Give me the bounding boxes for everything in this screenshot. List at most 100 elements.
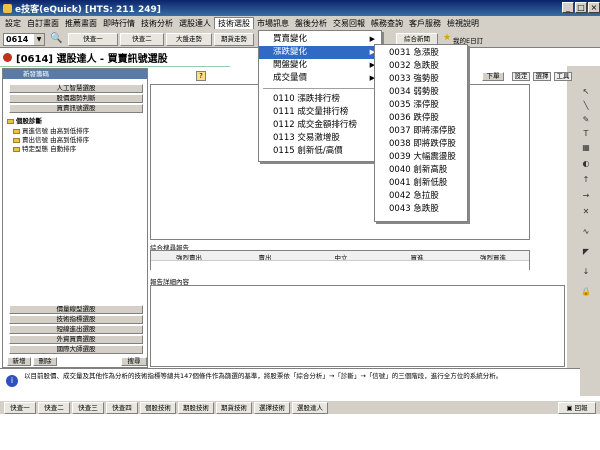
inner-help-icon[interactable]: ? [196,71,206,81]
submenu-item-11[interactable]: 0041 創新低股 [375,177,467,190]
task-quick-2[interactable]: 快查二 [38,402,70,414]
stock-code-combo[interactable]: 0614 ▼ [3,33,45,46]
side-tab-select[interactable]: 選擇 [533,72,551,81]
wave-icon[interactable]: ∿ [580,226,592,238]
tech-pick-menu: 買賣變化 ▶ 漲跌變化 ▶ 開盤變化 ▶ 成交量價 ▶ 0110 漲跌排行榜 0111 … [258,30,382,162]
fan-icon[interactable]: ◐ [580,158,592,170]
task-quick-1[interactable]: 快查一 [4,402,36,414]
window-icon [3,53,12,62]
menu-tech-pick[interactable]: 技術選股 [214,17,254,29]
menu-item-open-change[interactable]: 開盤變化 ▶ [259,59,381,72]
menu-realtime[interactable]: 即時行情 [100,18,138,29]
pen-icon[interactable]: ✎ [580,114,592,126]
chevron-down-icon[interactable]: ▼ [34,34,44,45]
submenu-item-13[interactable]: 0043 急跌股 [375,203,467,216]
section-ai-pick[interactable]: 人工智慧選股 [9,84,143,93]
menu-after-hours[interactable]: 盤後分析 [292,18,330,29]
section-master[interactable]: 國際大師選股 [9,345,143,354]
submenu-item-10[interactable]: 0040 創新高股 [375,164,467,177]
search-button[interactable]: 搜尋 [121,357,147,366]
task-quick-4[interactable]: 快查四 [106,402,138,414]
menu-item-rank-change[interactable]: 0110 漲跌排行榜 [259,93,381,106]
menu-stock-picker[interactable]: 選股達人 [176,18,214,29]
report-row [151,260,529,270]
grid-icon[interactable]: ▦ [580,142,592,154]
folder-icon [7,118,14,124]
menu-item-bid-change[interactable]: 買賣變化 ▶ [259,33,381,46]
submenu-item-4[interactable]: 0034 弱勢股 [375,86,467,99]
menu-item-rank-amount[interactable]: 0112 成交金額排行榜 [259,119,381,132]
left-panel-tab[interactable]: 新發籌碼 [3,69,147,79]
delete-button[interactable]: 刪除 [33,357,57,366]
task-quick-3[interactable]: 快查三 [72,402,104,414]
tree-root[interactable]: 個股診斷 [7,115,42,125]
cross-icon[interactable]: ✕ [580,206,592,218]
side-tab-tools[interactable]: 工具 [554,72,572,81]
order-button[interactable]: 下單 [482,72,504,81]
menu-market-news[interactable]: 市場訊息 [254,18,292,29]
lock-icon[interactable]: 🔒 [580,286,592,298]
menu-account[interactable]: 帳務查詢 [368,18,406,29]
submenu-item-2[interactable]: 0032 急跌股 [375,60,467,73]
section-price-volume[interactable]: 價量線型選股 [9,305,143,314]
menu-separator [263,88,377,89]
submenu-item-6[interactable]: 0036 跌停股 [375,112,467,125]
task-stock-tech[interactable]: 個股技術 [140,402,176,414]
stock-code-value: 0614 [6,35,29,44]
line-icon[interactable]: ╲ [580,100,592,112]
menu-help[interactable]: 檢視說明 [444,18,482,29]
pointer-icon[interactable]: ↖ [580,86,592,98]
section-foreign[interactable]: 外資買賣選股 [9,335,143,344]
maximize-button[interactable]: □ [575,2,587,13]
text-icon[interactable]: T [580,128,592,140]
quick-query-1-button[interactable]: 快查一 [68,33,118,46]
submenu-item-5[interactable]: 0035 漲停股 [375,99,467,112]
section-trend[interactable]: 股價趨勢判斷 [9,94,143,103]
submenu-item-7[interactable]: 0037 即將漲停股 [375,125,467,138]
tree-item-pattern[interactable]: 特定型態 自動排序 [13,143,76,153]
submenu-item-9[interactable]: 0039 大幅震盪股 [375,151,467,164]
menu-item-price-change[interactable]: 漲跌變化 ▶ [259,46,381,59]
section-signal[interactable]: 買賣訊號選股 [9,104,143,113]
submenu-item-12[interactable]: 0042 急拉股 [375,190,467,203]
add-button[interactable]: 新增 [7,357,31,366]
submenu-item-1[interactable]: 0031 急漲股 [375,47,467,60]
minimize-button[interactable]: _ [562,2,574,13]
down-arrow-icon[interactable]: ↓ [580,266,592,278]
side-tab-settings[interactable]: 設定 [512,72,530,81]
menu-trade-report[interactable]: 交易回報 [330,18,368,29]
futures-trend-button[interactable]: 期貨走勢 [214,33,254,46]
menu-customer-service[interactable]: 客戶服務 [406,18,444,29]
menu-item-rank-volume[interactable]: 0111 成交量排行榜 [259,106,381,119]
menu-settings[interactable]: 設定 [2,18,24,29]
arrow-up-icon[interactable]: ↑ [580,174,592,186]
menu-tech-analysis[interactable]: 技術分析 [138,18,176,29]
info-bar: i 以目前股價、成交量及其他作為分析的技術指標等總共147個條件作為篩選的基準，… [0,368,580,398]
side-toolbar: ↖ ╲ ✎ T ▦ ◐ ↑ → ✕ ∿ ◤ ↓ 🔒 [567,66,600,396]
submenu-item-3[interactable]: 0033 強勢股 [375,73,467,86]
arrow-right-icon[interactable]: → [580,190,592,202]
section-tech-indicator[interactable]: 技術指標選股 [9,315,143,324]
menu-item-new-high-low[interactable]: 0115 創新低/高價 [259,145,381,158]
close-button[interactable]: × [588,2,600,13]
task-select-tech[interactable]: 選擇技術 [254,402,290,414]
task-stock-picker[interactable]: 選股達人 [292,402,328,414]
task-futures-tech[interactable]: 期貨技術 [216,402,252,414]
menu-recommended[interactable]: 推薦畫面 [62,18,100,29]
task-report[interactable]: ▣ 回報 [558,402,596,414]
left-panel: 新發籌碼 人工智慧選股 股價趨勢判斷 買賣訊號選股 個股診斷 買進信號 由高到低… [2,68,148,368]
triangle-icon[interactable]: ◤ [580,246,592,258]
search-icon[interactable]: 🔍 [50,33,62,44]
report-icon: ▣ [566,404,575,412]
market-trend-button[interactable]: 大盤走勢 [166,33,212,46]
section-short-term[interactable]: 短線進出選股 [9,325,143,334]
submenu-item-8[interactable]: 0038 即將跌停股 [375,138,467,151]
menu-custom-screen[interactable]: 自訂畫面 [24,18,62,29]
window-title: e技客(eQuick) [HTS: 211 249] [15,4,161,15]
menu-bar: 設定 自訂畫面 推薦畫面 即時行情 技術分析 選股達人 技術選股 市場訊息 盤後… [0,16,600,30]
star-icon: ★ [443,33,452,43]
menu-item-volume-price[interactable]: 成交量價 ▶ [259,72,381,85]
task-option-tech[interactable]: 期股技術 [178,402,214,414]
quick-query-2-button[interactable]: 快查二 [120,33,164,46]
menu-item-surge[interactable]: 0113 交易激增股 [259,132,381,145]
